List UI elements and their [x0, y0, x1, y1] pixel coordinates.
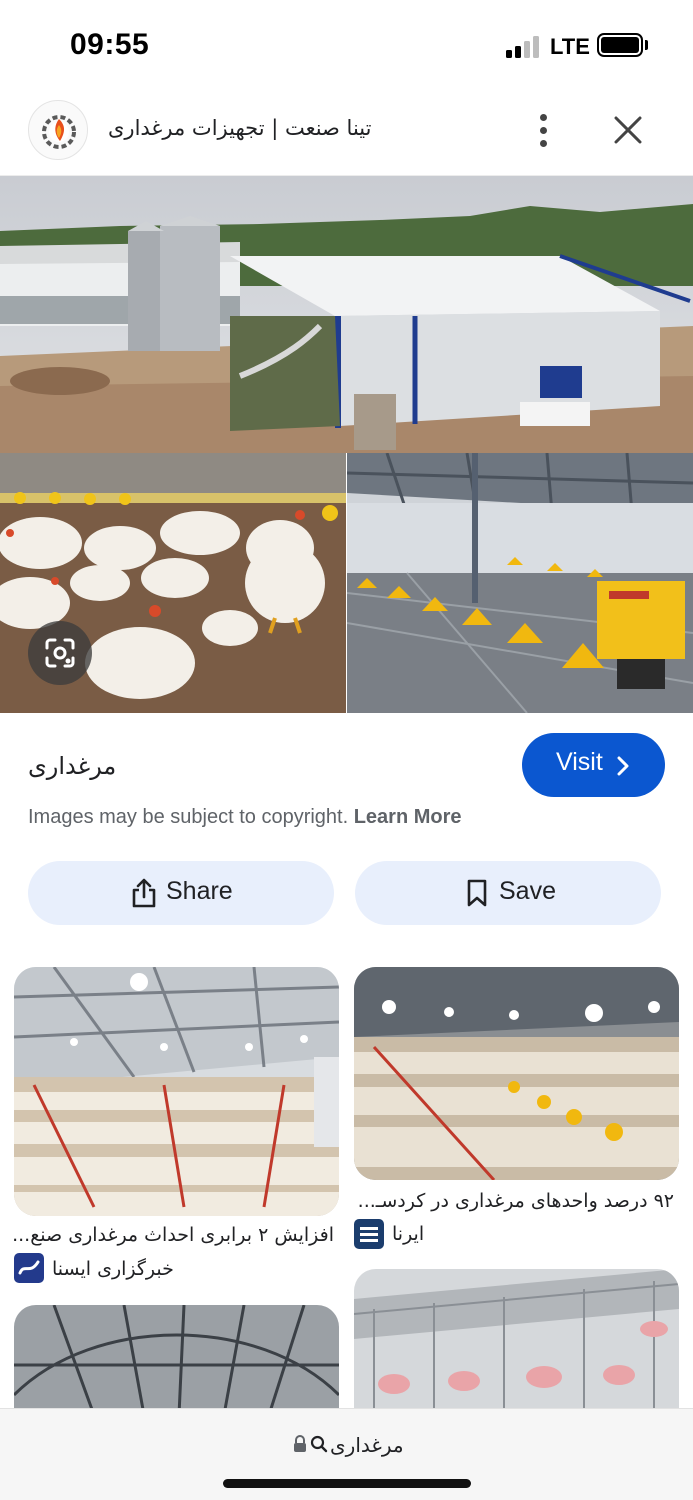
bookmark-icon: [467, 879, 487, 907]
irna-logo-icon: [354, 1219, 384, 1249]
poultry-farm-exterior-photo: [0, 176, 693, 453]
poultry-house-interior-photo: [14, 967, 339, 1216]
share-icon: [132, 878, 156, 908]
feeding-system-photo: [347, 453, 693, 713]
related-image-1[interactable]: [14, 967, 339, 1216]
google-lens-icon[interactable]: [28, 621, 92, 685]
header: تینا صنعت | تجهیزات مرغداری: [0, 92, 693, 176]
learn-more-link[interactable]: Learn More: [354, 806, 462, 828]
network-type: LTE: [550, 34, 590, 59]
battery-cap: [645, 40, 648, 50]
copyright-notice: Images may be subject to copyright. Lear…: [28, 806, 462, 829]
related-title-2[interactable]: ۹۲ درصد واحدهای مرغداری در کردسـ...: [358, 1190, 674, 1212]
poultry-hall-photo: [354, 967, 679, 1180]
visit-button[interactable]: Visit: [522, 733, 665, 797]
isna-logo-icon: [14, 1253, 44, 1283]
share-label: Share: [166, 877, 233, 905]
search-icon: [310, 1435, 328, 1453]
related-source-2: ایرنا: [392, 1223, 425, 1245]
related-image-4[interactable]: [354, 1269, 679, 1415]
battery-icon: [597, 33, 643, 57]
status-bar: 09:55 LTE: [0, 0, 693, 92]
visit-label: Visit: [556, 748, 603, 776]
tina-sanat-logo-icon[interactable]: [28, 100, 88, 160]
main-image[interactable]: [0, 176, 693, 713]
cellular-signal-icon: [506, 36, 542, 58]
greenhouse-roof-photo: [14, 1305, 339, 1415]
cage-system-photo: [354, 1269, 679, 1415]
clock: 09:55: [70, 28, 150, 61]
image-title: مرغداری: [28, 752, 117, 780]
save-label: Save: [499, 877, 556, 905]
related-image-2[interactable]: [354, 967, 679, 1180]
lock-icon: [294, 1435, 306, 1452]
related-image-3[interactable]: [14, 1305, 339, 1415]
share-button[interactable]: Share: [28, 861, 334, 925]
home-indicator: [223, 1479, 471, 1488]
more-vert-icon[interactable]: [526, 108, 562, 152]
related-source-1: خبرگزاری ایسنا: [52, 1258, 174, 1280]
chevron-right-icon: [617, 756, 629, 776]
url-text[interactable]: مرغداری: [330, 1433, 404, 1457]
related-title-1[interactable]: افزایش ۲ برابری احداث مرغداری صنع...: [12, 1224, 334, 1246]
save-button[interactable]: Save: [355, 861, 661, 925]
site-title[interactable]: تینا صنعت | تجهیزات مرغداری: [108, 116, 371, 140]
bottom-address-bar[interactable]: مرغداری: [0, 1408, 693, 1500]
copyright-text: Images may be subject to copyright.: [28, 806, 349, 828]
close-icon[interactable]: [606, 108, 650, 152]
